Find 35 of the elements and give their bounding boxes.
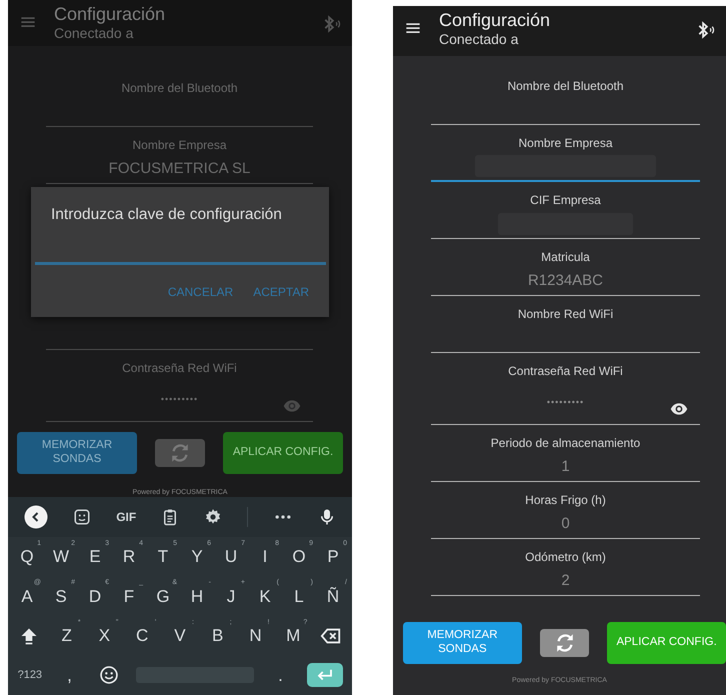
input-field[interactable]: 0 — [431, 509, 700, 539]
key[interactable]: . — [267, 659, 294, 692]
emoji-icon — [99, 665, 120, 686]
field-label: Nombre Red WiFi — [518, 306, 614, 323]
settings-icon[interactable] — [204, 508, 222, 526]
bluetooth-icon[interactable] — [696, 20, 716, 40]
field-label: Horas Frigo (h) — [525, 492, 606, 509]
apply-button[interactable]: APLICAR CONFIG. — [223, 432, 343, 474]
field-label: Nombre Empresa — [132, 137, 227, 154]
field-label: Nombre del Bluetooth — [121, 80, 238, 97]
dialog-title: Introduzca clave de configuración — [51, 205, 282, 225]
field-label: Nombre del Bluetooth — [507, 78, 624, 95]
connection-status: Conectado a — [54, 24, 134, 41]
screen-title: Configuración — [439, 10, 552, 31]
field-label: Odómetro (km) — [525, 549, 606, 566]
refresh-button[interactable] — [540, 629, 590, 657]
gif-button[interactable]: GIF — [116, 508, 136, 526]
screen-title: Configuración — [54, 4, 166, 25]
connection-status: Conectado a — [439, 30, 520, 47]
field-label: Contraseña Red WiFi — [508, 363, 623, 380]
input-field[interactable]: 1 — [431, 452, 700, 482]
sticker-icon[interactable] — [73, 508, 92, 526]
symbols-key[interactable]: ?123 — [16, 659, 43, 692]
key[interactable]: , — [56, 659, 82, 692]
input-field[interactable] — [431, 152, 700, 182]
input-field[interactable]: R1234ABC — [431, 266, 700, 296]
back-icon[interactable] — [24, 505, 48, 529]
enter-key[interactable] — [307, 663, 344, 688]
field-label: Nombre Empresa — [518, 135, 613, 152]
input-field[interactable]: 2 — [431, 566, 700, 596]
field-label: Periodo de almacenamiento — [490, 435, 640, 452]
refresh-icon — [169, 442, 191, 464]
field-label: Contraseña Red WiFi — [122, 360, 237, 377]
field-label: Matricula — [541, 249, 590, 266]
field-label: CIF Empresa — [530, 192, 601, 209]
